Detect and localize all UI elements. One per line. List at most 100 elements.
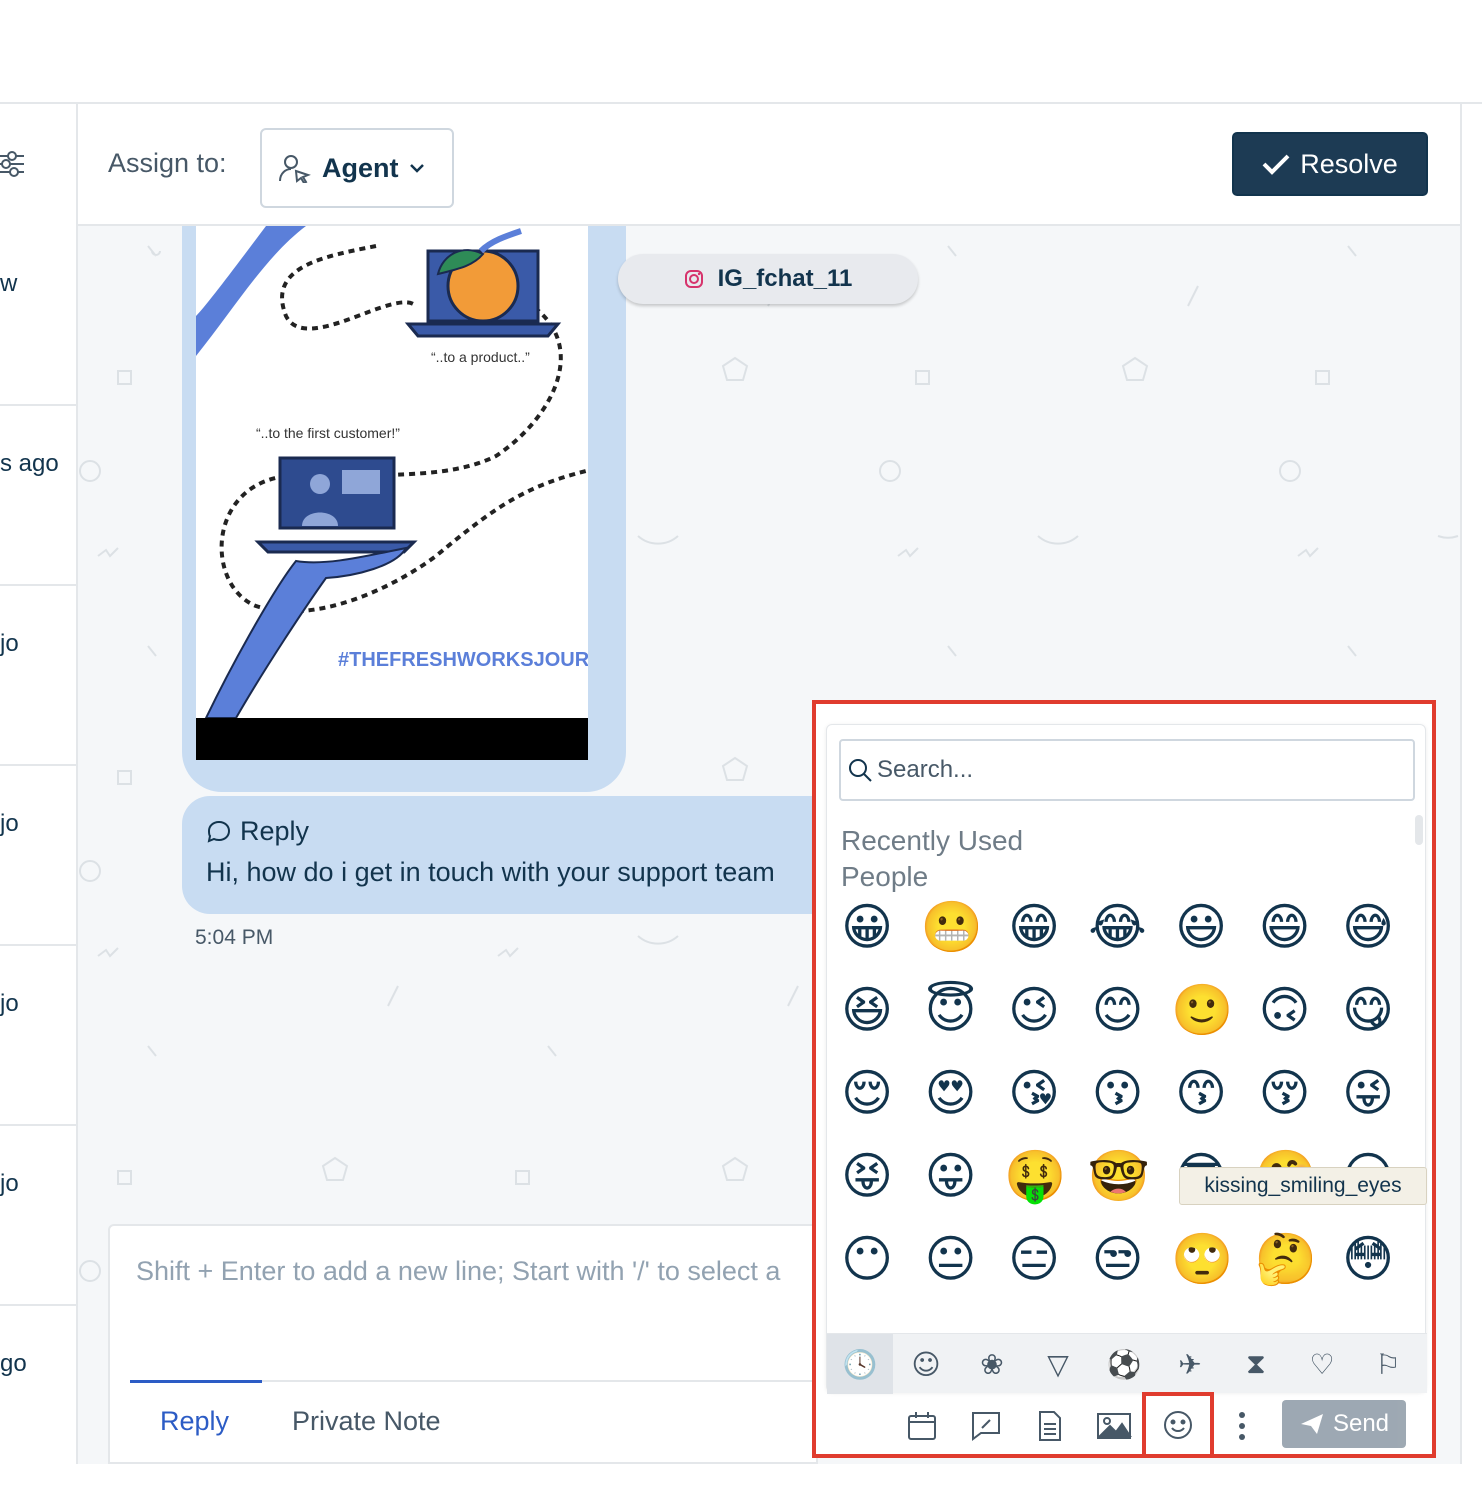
image-icon[interactable] <box>1084 1396 1144 1456</box>
list-item[interactable]: s ago <box>0 406 76 586</box>
emoji-cell[interactable]: 😑 <box>1004 1229 1064 1289</box>
emoji-cell[interactable]: 😶 <box>837 1229 897 1289</box>
emoji-tooltip: kissing_smiling_eyes <box>1179 1167 1427 1205</box>
conversation-list: w s ago jo jo jo jo go <box>0 104 78 1464</box>
emoji-cell[interactable]: 😁 <box>1004 897 1064 957</box>
assign-label: Assign to: <box>108 148 227 178</box>
emoji-cell[interactable]: 😆 <box>837 980 897 1040</box>
emoji-cell[interactable]: 😍 <box>921 1063 981 1123</box>
calendar-icon[interactable] <box>892 1396 952 1456</box>
travel-icon[interactable]: ✈ <box>1157 1334 1223 1394</box>
section-people: People <box>841 861 929 892</box>
send-icon <box>1300 1414 1323 1434</box>
emoji-cell[interactable]: 😌 <box>837 1063 897 1123</box>
list-item[interactable]: go <box>0 1306 76 1486</box>
sports-icon[interactable]: ⚽ <box>1091 1334 1157 1394</box>
channel-pill: IG_fchat_11 <box>618 254 918 304</box>
emoji-cell[interactable]: 😇 <box>921 980 981 1040</box>
emoji-picker-highlight: Search... Recently Used People 😀 😬 😁 😂 😃 😄 😅 😆 😇… <box>812 700 1436 1458</box>
food-icon[interactable]: ▽ <box>1025 1334 1091 1394</box>
emoji-cell[interactable]: 🙃 <box>1255 980 1315 1040</box>
list-item[interactable]: jo <box>0 586 76 766</box>
heart-icon[interactable]: ♡ <box>1289 1334 1355 1394</box>
emoji-search-placeholder: Search... <box>877 756 974 783</box>
section-recently-used: Recently Used <box>841 825 1024 856</box>
emoji-category-bar: 🕓 ☺ ❀ ▽ ⚽ ✈ ⧗ ♡ ⚐ <box>827 1333 1427 1394</box>
objects-icon[interactable]: ⧗ <box>1223 1334 1289 1394</box>
emoji-cell[interactable]: 😘 <box>1004 1063 1064 1123</box>
emoji-cell[interactable]: 🙄 <box>1171 1229 1233 1289</box>
emoji-scrollbar[interactable] <box>1415 815 1423 845</box>
agent-label: Agent <box>322 152 399 183</box>
emoji-cell[interactable]: 😳 <box>1338 1229 1398 1289</box>
emoji-cell[interactable]: 😬 <box>921 897 983 957</box>
tab-private-note[interactable]: Private Note <box>292 1406 441 1437</box>
emoji-cell[interactable]: 😛 <box>921 1146 981 1206</box>
clock-icon[interactable]: 🕓 <box>827 1334 893 1394</box>
emoji-cell[interactable]: 😚 <box>1255 1063 1315 1123</box>
chat-bubble-icon <box>207 820 231 843</box>
list-item-time: jo <box>0 990 19 1017</box>
emoji-cell[interactable]: 😐 <box>921 1229 981 1289</box>
smiley-icon[interactable]: ☺ <box>893 1334 959 1394</box>
image-hashtag: #THEFRESHWORKSJOURNEY <box>338 649 588 671</box>
message-timestamp: 5:04 PM <box>195 926 274 949</box>
emoji-cell[interactable]: 😃 <box>1171 897 1231 957</box>
image-caption-customer: “..to the first customer!” <box>256 425 400 441</box>
tab-reply[interactable]: Reply <box>129 1380 263 1437</box>
emoji-cell[interactable]: 😜 <box>1338 1063 1398 1123</box>
list-item[interactable]: jo <box>0 946 76 1126</box>
animal-icon[interactable]: ❀ <box>959 1334 1025 1394</box>
emoji-cell[interactable]: 😋 <box>1338 980 1398 1040</box>
chevron-down-icon <box>409 164 424 173</box>
canned-response-icon[interactable] <box>956 1396 1016 1456</box>
more-options-icon[interactable] <box>1212 1396 1272 1456</box>
filter-icon[interactable] <box>0 144 30 184</box>
emoji-cell[interactable]: 😊 <box>1088 980 1148 1040</box>
send-button[interactable]: Send <box>1282 1400 1406 1448</box>
emoji-cell[interactable]: 🤓 <box>1088 1146 1150 1206</box>
emoji-picker: Search... Recently Used People 😀 😬 😁 😂 😃 😄 😅 😆 😇… <box>826 724 1427 1394</box>
resolve-label: Resolve <box>1300 148 1398 179</box>
emoji-cell[interactable]: 😙 <box>1171 1063 1231 1123</box>
emoji-cell[interactable]: 😒 <box>1088 1229 1148 1289</box>
journey-illustration: “..to a product..” “..to the first custo… <box>196 226 588 719</box>
top-bar <box>0 0 1482 104</box>
reply-message-bubble: Reply Hi, how do i get in touch with you… <box>182 796 862 914</box>
message-composer[interactable]: Shift + Enter to add a new line; Start w… <box>108 1224 820 1464</box>
list-item-time: jo <box>0 630 19 657</box>
list-item-time: jo <box>0 810 19 837</box>
flag-icon[interactable]: ⚐ <box>1355 1334 1421 1394</box>
emoji-cell[interactable]: 😗 <box>1088 1063 1148 1123</box>
emoji-cell[interactable]: 🙂 <box>1171 980 1233 1040</box>
emoji-cell[interactable]: 😉 <box>1004 980 1064 1040</box>
list-item-time: go <box>0 1350 27 1377</box>
reply-label: Reply <box>240 816 310 846</box>
list-item[interactable]: jo <box>0 1126 76 1306</box>
list-item[interactable]: w <box>0 226 76 406</box>
resolve-button[interactable]: Resolve <box>1232 132 1428 196</box>
list-item-time: s ago <box>0 450 59 477</box>
composer-tabs: Reply Private Note <box>129 1380 820 1464</box>
instagram-icon <box>684 270 703 288</box>
emoji-search-input[interactable]: Search... <box>839 739 1415 801</box>
reply-header: Reply <box>206 816 862 847</box>
list-item[interactable]: jo <box>0 766 76 946</box>
emoji-icon[interactable] <box>1142 1392 1214 1458</box>
check-icon <box>1262 154 1290 175</box>
emoji-cell[interactable]: 🤑 <box>1004 1146 1066 1206</box>
emoji-cell[interactable]: 😅 <box>1338 897 1398 957</box>
document-icon[interactable] <box>1020 1396 1080 1456</box>
image-caption-product: “..to a product..” <box>431 349 530 365</box>
reply-text: Hi, how do i get in touch with your supp… <box>206 857 775 887</box>
emoji-cell[interactable]: 😝 <box>837 1146 897 1206</box>
emoji-cell[interactable]: 😂 <box>1088 897 1148 957</box>
message-image[interactable]: “..to a product..” “..to the first custo… <box>196 226 588 760</box>
channel-name: IG_fchat_11 <box>717 265 853 292</box>
emoji-cell[interactable]: 🤔 <box>1255 1229 1317 1289</box>
emoji-cell[interactable]: 😀 <box>837 897 897 957</box>
agent-dropdown[interactable]: Agent <box>260 128 454 208</box>
emoji-cell[interactable]: 😄 <box>1255 897 1315 957</box>
composer-placeholder: Shift + Enter to add a new line; Start w… <box>136 1256 781 1286</box>
composer-toolbar: Send <box>816 1392 1432 1458</box>
